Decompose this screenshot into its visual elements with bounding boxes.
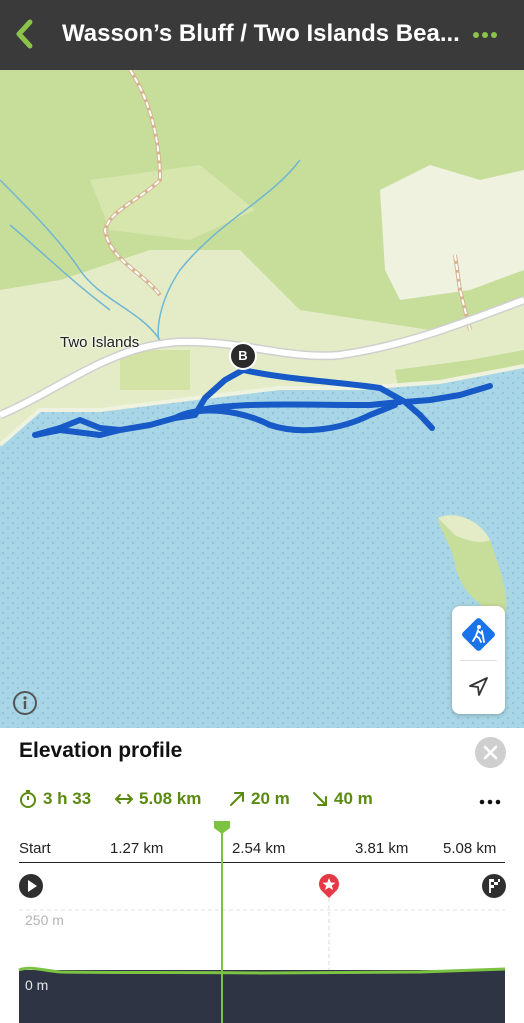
hiking-icon — [462, 618, 495, 651]
map-info-button[interactable] — [12, 690, 38, 716]
elevation-panel: Elevation profile 3 h 33 5.08 km 20 m 40… — [0, 728, 524, 1023]
locate-me-button[interactable] — [464, 672, 493, 701]
chevron-left-icon — [16, 19, 33, 49]
stats-more-button[interactable] — [478, 794, 502, 805]
top-bar: Wasson’s Bluff / Two Islands Bea... — [0, 0, 524, 70]
page-title: Wasson’s Bluff / Two Islands Bea... — [62, 20, 460, 47]
controls-divider — [460, 660, 497, 661]
distance-value: 5.08 km — [139, 789, 202, 808]
slider-handle — [214, 821, 230, 1023]
arrow-down-right-icon — [313, 792, 327, 806]
more-horizontal-icon — [473, 32, 497, 38]
duration-stat: 3 h 33 — [19, 787, 91, 811]
duration-value: 3 h 33 — [43, 789, 92, 808]
route-stats: 3 h 33 5.08 km 20 m 40 m — [19, 787, 489, 811]
distance-label: 1.27 km — [110, 840, 164, 857]
more-horizontal-icon — [479, 799, 501, 805]
close-icon — [483, 745, 498, 760]
close-button[interactable] — [475, 737, 506, 768]
distance-axis: Start 1.27 km 2.54 km 3.81 km 5.08 km — [0, 840, 524, 860]
stopwatch-icon — [20, 790, 36, 808]
elevation-label-0: 0 m — [25, 977, 49, 993]
distance-label: Start — [19, 840, 51, 857]
descent-stat: 40 m — [312, 787, 373, 811]
route-marker-b[interactable]: B — [229, 342, 257, 370]
elevation-chart[interactable] — [0, 898, 524, 1023]
finish-point-button[interactable] — [481, 873, 507, 899]
back-button[interactable] — [8, 14, 44, 54]
place-label: Two Islands — [60, 334, 140, 351]
descent-value: 40 m — [334, 789, 373, 808]
elevation-area — [19, 970, 505, 1023]
start-point-button[interactable] — [18, 873, 44, 899]
ascent-value: 20 m — [251, 789, 290, 808]
distance-label: 3.81 km — [355, 840, 409, 857]
arrow-up-right-icon — [230, 792, 244, 806]
elevation-label-250: 250 m — [25, 912, 64, 928]
play-icon — [19, 874, 43, 898]
star-pin-icon — [319, 874, 339, 898]
ascent-stat: 20 m — [229, 787, 290, 811]
distance-label: 5.08 km — [443, 840, 497, 857]
info-icon — [13, 691, 37, 715]
distance-axis-line — [19, 862, 505, 863]
distance-stat: 5.08 km — [115, 787, 201, 811]
elevation-title: Elevation profile — [19, 739, 183, 762]
poi-marker-button[interactable] — [317, 873, 341, 899]
map-view[interactable]: Two Islands B — [0, 70, 524, 728]
finish-flag-icon — [482, 874, 506, 898]
map-canvas — [0, 70, 524, 728]
navigation-arrow-icon — [469, 677, 488, 696]
hiking-mode-button[interactable] — [460, 616, 497, 653]
more-options-button[interactable] — [470, 22, 500, 48]
map-controls — [452, 606, 505, 714]
position-slider[interactable] — [212, 821, 232, 1023]
horizontal-arrows-icon — [115, 794, 133, 804]
distance-label: 2.54 km — [232, 840, 286, 857]
